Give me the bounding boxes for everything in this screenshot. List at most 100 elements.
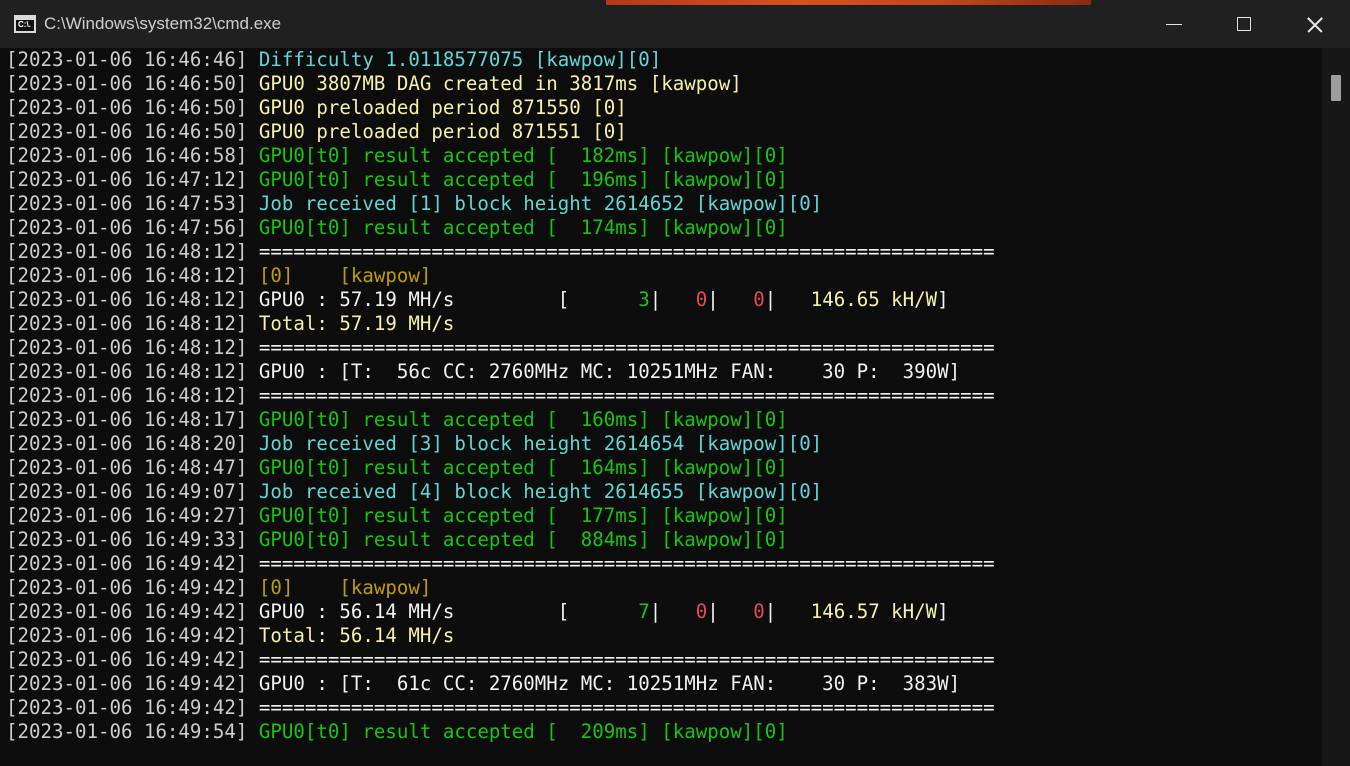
- vertical-scrollbar[interactable]: [1322, 48, 1350, 766]
- log-message: ]: [937, 288, 949, 311]
- console-line: [2023-01-06 16:49:42] [0] [kawpow]: [6, 576, 995, 600]
- log-message: ========================================…: [258, 648, 995, 671]
- log-timestamp: [2023-01-06 16:49:42]: [6, 576, 248, 599]
- console-line: [2023-01-06 16:48:12] [0] [kawpow]: [6, 264, 995, 288]
- log-message: Job received [3] block height 2614654 [k…: [258, 432, 823, 455]
- console-line: [2023-01-06 16:48:12] Total: 57.19 MH/s: [6, 312, 995, 336]
- log-message: 0: [753, 600, 765, 623]
- console-line: [2023-01-06 16:46:50] GPU0 3807MB DAG cr…: [6, 72, 995, 96]
- console-line: [2023-01-06 16:48:12] ==================…: [6, 336, 995, 360]
- log-message: Total: 57.19 MH/s: [258, 312, 455, 335]
- log-timestamp: [2023-01-06 16:48:12]: [6, 288, 248, 311]
- log-message: Job received [1] block height 2614652 [k…: [258, 192, 823, 215]
- log-message: 0: [695, 288, 708, 311]
- log-timestamp: [2023-01-06 16:46:50]: [6, 72, 248, 95]
- log-timestamp: [2023-01-06 16:48:47]: [6, 456, 248, 479]
- log-timestamp: [2023-01-06 16:47:53]: [6, 192, 248, 215]
- console-line: [2023-01-06 16:49:33] GPU0[t0] result ac…: [6, 528, 995, 552]
- log-message: GPU0[t0] result accepted [ 164ms] [kawpo…: [258, 456, 788, 479]
- console-line: [2023-01-06 16:49:42] ==================…: [6, 552, 995, 576]
- log-message: GPU0[t0] result accepted [ 196ms] [kawpo…: [258, 168, 788, 191]
- log-timestamp: [2023-01-06 16:48:17]: [6, 408, 248, 431]
- log-timestamp: [2023-01-06 16:49:33]: [6, 528, 248, 551]
- log-timestamp: [2023-01-06 16:46:50]: [6, 96, 248, 119]
- log-message: ]: [937, 600, 949, 623]
- log-timestamp: [2023-01-06 16:49:42]: [6, 624, 248, 647]
- log-message: 146.57 kH/W: [810, 600, 938, 623]
- console-line: [2023-01-06 16:49:42] GPU0 : [T: 61c CC:…: [6, 672, 995, 696]
- console-line: [2023-01-06 16:46:50] GPU0 preloaded per…: [6, 96, 995, 120]
- cmd-icon[interactable]: C:\.: [14, 15, 36, 33]
- console-line: [2023-01-06 16:49:54] GPU0[t0] result ac…: [6, 720, 995, 744]
- title-bar[interactable]: C:\. C:\Windows\system32\cmd.exe: [0, 0, 1350, 48]
- log-message: GPU0 preloaded period 871551 [0]: [258, 120, 627, 143]
- log-message: 0: [753, 288, 765, 311]
- log-message: GPU0 3807MB DAG created in 3817ms [kawpo…: [258, 72, 742, 95]
- log-message: [0] [kawpow]: [258, 576, 432, 599]
- console-line: [2023-01-06 16:49:27] GPU0[t0] result ac…: [6, 504, 995, 528]
- log-message: Job received [4] block height 2614655 [k…: [258, 480, 823, 503]
- console-line: [2023-01-06 16:49:42] ==================…: [6, 696, 995, 720]
- log-timestamp: [2023-01-06 16:49:42]: [6, 696, 248, 719]
- log-timestamp: [2023-01-06 16:49:42]: [6, 552, 248, 575]
- scrollbar-thumb[interactable]: [1331, 75, 1341, 101]
- log-message: Total: 56.14 MH/s: [258, 624, 455, 647]
- console-line: [2023-01-06 16:48:12] ==================…: [6, 384, 995, 408]
- log-message: 3: [638, 288, 650, 311]
- console-line: [2023-01-06 16:48:47] GPU0[t0] result ac…: [6, 456, 995, 480]
- log-message: |: [649, 600, 696, 623]
- log-message: GPU0 : 56.14 MH/s [: [258, 600, 639, 623]
- log-timestamp: [2023-01-06 16:46:58]: [6, 144, 248, 167]
- log-message: GPU0 : 57.19 MH/s [: [258, 288, 639, 311]
- log-message: |: [707, 600, 754, 623]
- minimize-icon[interactable]: [1139, 0, 1209, 48]
- log-message: GPU0 : [T: 56c CC: 2760MHz MC: 10251MHz …: [258, 360, 961, 383]
- log-timestamp: [2023-01-06 16:46:50]: [6, 120, 248, 143]
- log-timestamp: [2023-01-06 16:49:27]: [6, 504, 248, 527]
- log-message: GPU0[t0] result accepted [ 160ms] [kawpo…: [258, 408, 788, 431]
- close-icon[interactable]: [1279, 0, 1349, 48]
- log-message: ========================================…: [258, 384, 995, 407]
- console-line: [2023-01-06 16:46:58] GPU0[t0] result ac…: [6, 144, 995, 168]
- console-output[interactable]: [2023-01-06 16:46:46] Difficulty 1.01185…: [0, 48, 1322, 766]
- log-message: GPU0[t0] result accepted [ 174ms] [kawpo…: [258, 216, 788, 239]
- log-timestamp: [2023-01-06 16:49:42]: [6, 672, 248, 695]
- log-message: 0: [695, 600, 708, 623]
- console-line: [2023-01-06 16:48:12] GPU0 : [T: 56c CC:…: [6, 360, 995, 384]
- log-timestamp: [2023-01-06 16:48:12]: [6, 336, 248, 359]
- log-timestamp: [2023-01-06 16:47:12]: [6, 168, 248, 191]
- log-message: |: [764, 600, 811, 623]
- maximize-icon[interactable]: [1209, 0, 1279, 48]
- log-message: GPU0 : [T: 61c CC: 2760MHz MC: 10251MHz …: [258, 672, 961, 695]
- log-message: GPU0[t0] result accepted [ 884ms] [kawpo…: [258, 528, 788, 551]
- log-message: GPU0[t0] result accepted [ 177ms] [kawpo…: [258, 504, 788, 527]
- window-title: C:\Windows\system32\cmd.exe: [44, 14, 282, 33]
- log-timestamp: [2023-01-06 16:49:42]: [6, 600, 248, 623]
- desktop-background-strip: [606, 0, 1091, 5]
- log-timestamp: [2023-01-06 16:48:12]: [6, 312, 248, 335]
- log-timestamp: [2023-01-06 16:48:12]: [6, 264, 248, 287]
- console-line: [2023-01-06 16:48:12] ==================…: [6, 240, 995, 264]
- log-message: ========================================…: [258, 552, 995, 575]
- log-message: GPU0[t0] result accepted [ 182ms] [kawpo…: [258, 144, 788, 167]
- log-message: GPU0[t0] result accepted [ 209ms] [kawpo…: [258, 720, 788, 743]
- console-line: [2023-01-06 16:48:17] GPU0[t0] result ac…: [6, 408, 995, 432]
- log-message: ========================================…: [258, 240, 995, 263]
- console-line: [2023-01-06 16:48:20] Job received [3] b…: [6, 432, 995, 456]
- log-timestamp: [2023-01-06 16:48:12]: [6, 240, 248, 263]
- cmd-icon-text: C:\.: [18, 20, 31, 29]
- log-timestamp: [2023-01-06 16:47:56]: [6, 216, 248, 239]
- console-line: [2023-01-06 16:48:12] GPU0 : 57.19 MH/s …: [6, 288, 995, 312]
- log-timestamp: [2023-01-06 16:49:54]: [6, 720, 248, 743]
- log-timestamp: [2023-01-06 16:48:12]: [6, 384, 248, 407]
- console-line: [2023-01-06 16:49:42] ==================…: [6, 648, 995, 672]
- log-message: GPU0 preloaded period 871550 [0]: [258, 96, 627, 119]
- console-line: [2023-01-06 16:47:53] Job received [1] b…: [6, 192, 995, 216]
- log-message: |: [707, 288, 754, 311]
- log-message: [0] [kawpow]: [258, 264, 432, 287]
- console-line: [2023-01-06 16:47:12] GPU0[t0] result ac…: [6, 168, 995, 192]
- console-line: [2023-01-06 16:46:50] GPU0 preloaded per…: [6, 120, 995, 144]
- log-timestamp: [2023-01-06 16:49:42]: [6, 648, 248, 671]
- log-message: |: [649, 288, 696, 311]
- console-line: [2023-01-06 16:49:42] Total: 56.14 MH/s: [6, 624, 995, 648]
